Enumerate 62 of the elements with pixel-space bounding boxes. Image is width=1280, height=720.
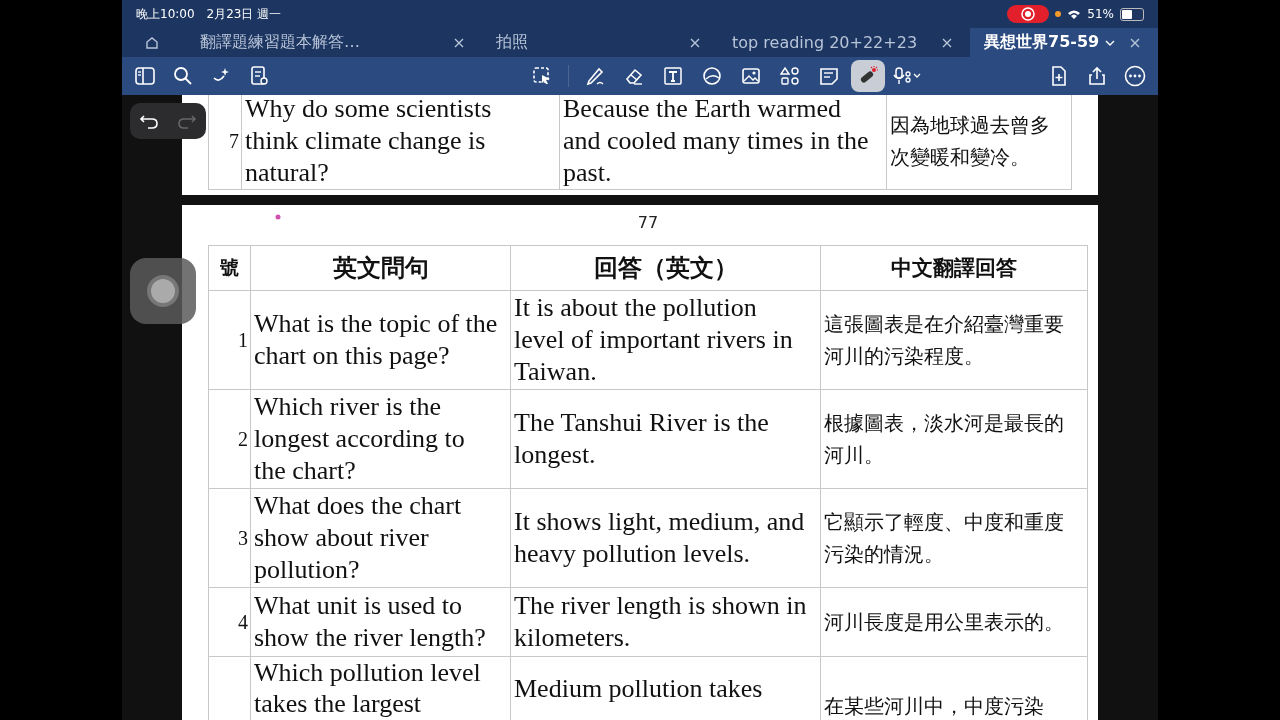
battery-percent: 51% xyxy=(1087,7,1114,21)
sticky-note-icon[interactable] xyxy=(818,66,839,86)
redo-icon[interactable] xyxy=(177,113,197,129)
assistive-touch-button[interactable] xyxy=(130,258,196,324)
status-time: 晚上10:00 xyxy=(136,5,195,23)
table-cell: 這張圖表是在介紹臺灣重要河川的污染程度。 xyxy=(820,290,1088,390)
column-header: 回答（英文） xyxy=(510,245,821,291)
caret-icon[interactable] xyxy=(1105,38,1116,47)
battery-icon xyxy=(1120,7,1144,21)
search-icon[interactable] xyxy=(173,66,193,86)
close-icon[interactable] xyxy=(690,37,700,48)
close-icon[interactable] xyxy=(454,37,464,48)
table-cell: The Tanshui River is the longest. xyxy=(510,389,821,489)
undo-icon[interactable] xyxy=(139,113,159,129)
add-page-icon[interactable] xyxy=(1049,66,1069,86)
close-icon[interactable] xyxy=(942,37,952,48)
selected-tool-highlight[interactable] xyxy=(850,60,885,92)
privacy-dot-icon xyxy=(1055,11,1062,17)
column-header: 英文問句 xyxy=(250,245,511,291)
pen-icon[interactable] xyxy=(584,66,605,86)
more-icon[interactable] xyxy=(1124,65,1146,87)
table-cell: It is about the pollution level of important rivers in Taiwan. xyxy=(510,290,821,390)
text-box-icon[interactable] xyxy=(662,66,683,86)
table-cell: The river length is shown in kilometers. xyxy=(510,587,821,657)
page-number: 77 xyxy=(637,213,659,232)
table-cell: What unit is used to show the river length? xyxy=(250,587,511,657)
table-cell: 3 xyxy=(208,488,251,588)
wifi-icon xyxy=(1067,8,1082,20)
table-cell: 1 xyxy=(208,290,251,390)
status-date: 2月23日 週一 xyxy=(206,5,282,23)
sidebar-icon[interactable] xyxy=(135,67,155,85)
table-cell: What does the chart show about river pollution? xyxy=(250,488,511,588)
ink-dot xyxy=(275,214,281,220)
table-cell: 它顯示了輕度、中度和重度污染的情況。 xyxy=(820,488,1088,588)
eraser-icon[interactable] xyxy=(623,66,644,86)
document-tab[interactable]: 翻譯題練習題本解答… xyxy=(182,28,482,57)
table-cell: Which river is the longest according to the chart? xyxy=(250,389,511,489)
document-tab[interactable]: top reading 20+22+23 xyxy=(718,28,970,57)
table-cell: 根據圖表，淡水河是最長的河川。 xyxy=(820,389,1088,489)
table-cell: 4 xyxy=(208,587,251,657)
document-tab[interactable]: 拍照 xyxy=(482,28,718,57)
table-cell: It shows light, medium, and heavy pollution levels. xyxy=(510,488,821,588)
table-cell: 7 xyxy=(208,95,242,190)
share-icon[interactable] xyxy=(1087,66,1107,86)
microphone-icon[interactable] xyxy=(891,66,922,86)
lasso-icon[interactable] xyxy=(531,66,552,86)
shapes-icon[interactable] xyxy=(701,66,722,86)
table-cell: Why do some scientists think climate change is natural? xyxy=(241,95,560,190)
table-cell: 因為地球過去曾多次變暖和變冷。 xyxy=(886,95,1072,190)
close-icon[interactable] xyxy=(1130,37,1140,48)
home-icon[interactable] xyxy=(145,35,159,50)
document-icon[interactable] xyxy=(249,66,269,86)
document-tab[interactable]: 異想世界75-59 xyxy=(970,28,1158,57)
elements-icon[interactable] xyxy=(779,66,800,86)
column-header: 中文翻譯回答 xyxy=(820,245,1088,291)
image-icon[interactable] xyxy=(740,66,761,86)
table-cell: 2 xyxy=(208,389,251,489)
table-cell: What is the topic of the chart on this page? xyxy=(250,290,511,390)
table-cell: 河川長度是用公里表示的。 xyxy=(820,587,1088,657)
recording-indicator[interactable] xyxy=(1007,5,1050,23)
column-header: 號 xyxy=(208,245,251,291)
table-cell: Because the Earth warmed and cooled many times in the past. xyxy=(559,95,887,190)
